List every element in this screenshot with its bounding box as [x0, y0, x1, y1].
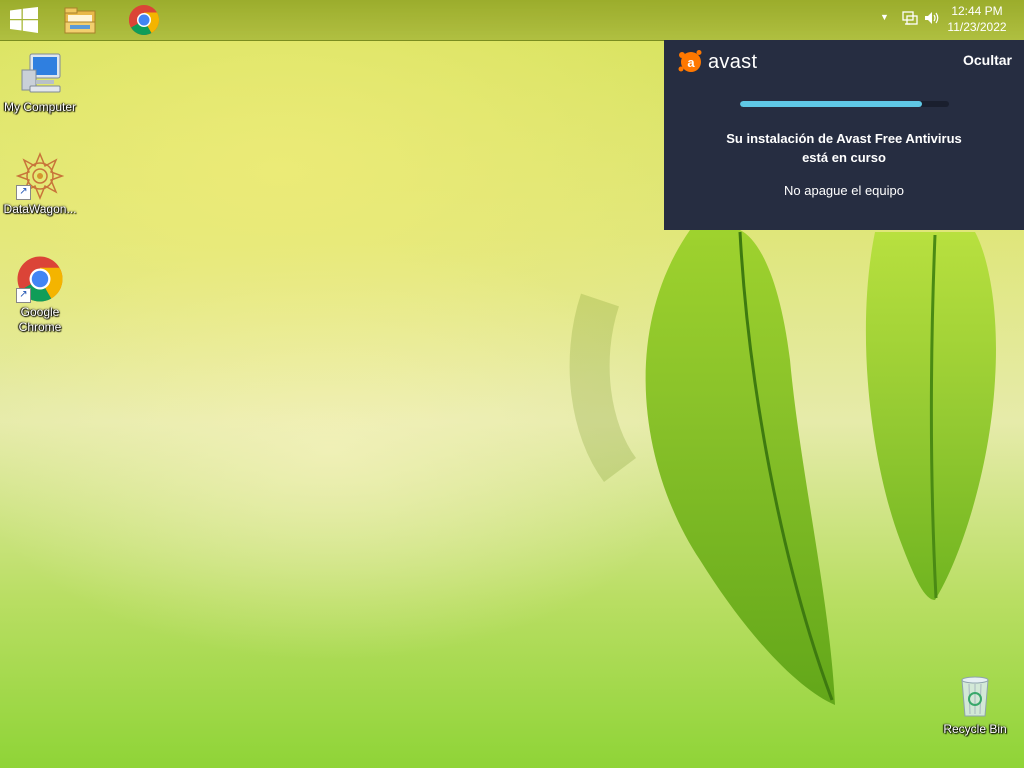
desktop-icon-label-line2: Chrome: [18, 320, 62, 334]
desktop-icon-datawagon[interactable]: ↗ DataWagon...: [0, 152, 80, 217]
network-icon[interactable]: [902, 10, 918, 26]
hide-button[interactable]: Ocultar: [963, 52, 1012, 68]
clock-date: 11/23/2022: [947, 20, 1007, 34]
desktop-icon-label-line1: Google: [20, 305, 60, 319]
desktop-icon-my-computer[interactable]: My Computer: [0, 50, 80, 115]
install-progress-fill: [740, 101, 922, 107]
system-tray: ▼ 12:44 PM 11/23/2022: [864, 0, 1024, 40]
taskbar-chrome[interactable]: [122, 2, 166, 38]
computer-icon: [21, 53, 61, 93]
clock[interactable]: 12:44 PM 11/23/2022: [942, 3, 1012, 35]
shortcut-arrow-icon: ↗: [16, 288, 31, 303]
avast-logo: a avast: [678, 49, 757, 75]
desktop-icon-recycle-bin[interactable]: Recycle Bin: [935, 672, 1015, 737]
clock-time: 12:44 PM: [951, 4, 1003, 18]
avast-brand-name: avast: [708, 50, 758, 73]
shortcut-arrow-icon: ↗: [16, 185, 31, 200]
recycle-bin-icon: [961, 676, 989, 717]
install-message-line2: está en curso: [802, 150, 886, 165]
desktop-icon-label: My Computer: [3, 100, 77, 114]
folder-icon: [64, 7, 96, 34]
desktop-icon-google-chrome[interactable]: ↗ Google Chrome: [0, 255, 80, 335]
start-button[interactable]: [2, 2, 46, 38]
taskbar-file-explorer[interactable]: [58, 2, 102, 38]
taskbar: ▼ 12:44 PM 11/23/2022: [0, 0, 1024, 41]
install-progress-bar: [740, 101, 949, 107]
chrome-icon: [128, 5, 160, 36]
install-message-line1: Su instalación de Avast Free Antivirus: [726, 131, 962, 146]
desktop: ▼ 12:44 PM 11/23/2022 My Computer ↗ Data…: [0, 0, 1024, 768]
svg-text:a: a: [687, 55, 695, 70]
avast-logo-icon: a: [678, 50, 702, 72]
volume-icon[interactable]: [924, 10, 940, 26]
windows-logo-icon: [10, 7, 38, 33]
avast-install-panel: a avast Ocultar Su instalación de Avast …: [664, 40, 1024, 230]
desktop-icon-label: Recycle Bin: [943, 722, 1007, 736]
desktop-icon-label: DataWagon...: [3, 202, 77, 216]
install-message: Su instalación de Avast Free Antivirus e…: [664, 129, 1024, 167]
chevron-up-icon[interactable]: ▼: [880, 12, 889, 22]
shutdown-warning: No apague el equipo: [784, 183, 904, 198]
